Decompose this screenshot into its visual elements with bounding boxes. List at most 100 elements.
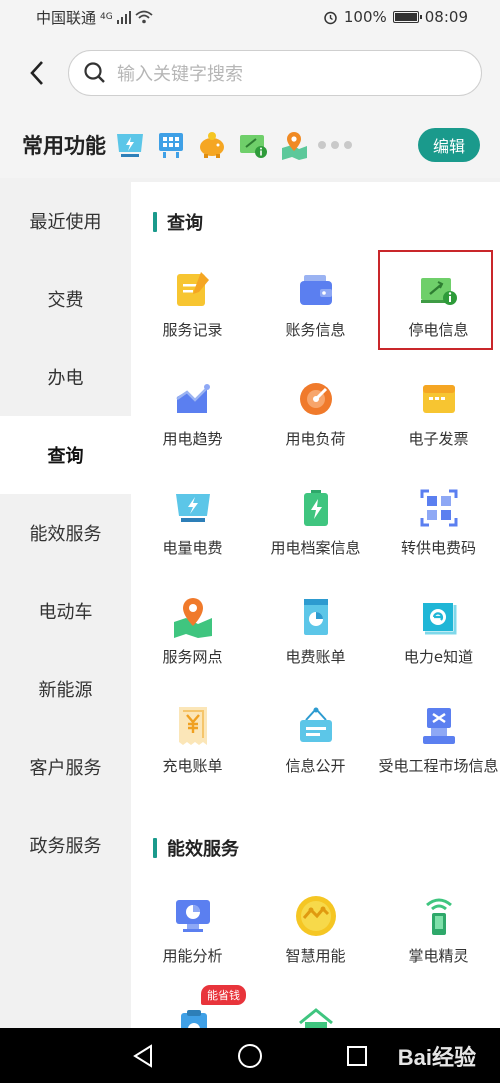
piggy-bank-icon[interactable] [196, 129, 228, 161]
electricity-fee-icon [171, 486, 215, 530]
battery-percent: 100% [343, 8, 387, 26]
sidebar-item-apply[interactable]: 办电 [0, 338, 131, 416]
grid-item-label: 用电负荷 [285, 430, 346, 448]
grid-item-usage-file[interactable]: 用电档案信息 [254, 468, 377, 577]
grid-item-charging-bill[interactable]: 充电账单 [131, 686, 254, 795]
sidebar-item-ev[interactable]: 电动车 [0, 572, 131, 650]
section-accent-bar [153, 212, 157, 232]
signal-icon [116, 10, 131, 24]
battery-file-icon [294, 486, 338, 530]
building-icon[interactable] [155, 129, 187, 161]
search-input[interactable]: 输入关键字搜索 [68, 50, 482, 96]
engineering-icon [417, 704, 461, 748]
wifi-icon [135, 10, 153, 24]
sidebar: 最近使用 交费 办电 查询 能效服务 电动车 新能源 客户服务 政务服务 [0, 182, 131, 1028]
efficiency-grid: 用能分析 智慧用能 掌电精灵 能省钱 [131, 876, 500, 1028]
back-button[interactable] [18, 54, 56, 92]
map-pin-icon [171, 595, 215, 639]
section-title-efficiency: 能效服务 [153, 835, 239, 861]
phone-signal-icon [417, 894, 461, 938]
grid-item-label: 电费账单 [285, 648, 346, 666]
grid-item-service-outlet[interactable]: 服务网点 [131, 577, 254, 686]
service-outlet-icon[interactable] [278, 129, 310, 161]
network-type: 4G [100, 12, 113, 22]
qr-code-icon [417, 486, 461, 530]
grid-item-power-e-know[interactable]: 电力e知道 [377, 577, 500, 686]
grid-item-info-disclosure[interactable]: 信息公开 [254, 686, 377, 795]
content-panel: 查询 服务记录 账务信息 停电信息 用电趋势 用电负荷 电子发票 电量电费 用电… [131, 182, 500, 1028]
sidebar-item-new-energy[interactable]: 新能源 [0, 650, 131, 728]
wallet-icon [294, 268, 338, 312]
grid-item-electricity-bill[interactable]: 电费账单 [254, 577, 377, 686]
common-functions-bar: 常用功能 编辑 [0, 112, 500, 178]
triangle-back-icon [133, 1043, 153, 1068]
outage-info-icon[interactable] [237, 129, 269, 161]
load-gauge-icon [294, 377, 338, 421]
grid-item-label: 服务记录 [162, 321, 223, 339]
grid-item-engineering-market[interactable]: 受电工程市场信息 [377, 686, 500, 795]
bill-icon [294, 595, 338, 639]
grid-item-energy-analysis[interactable]: 用能分析 [131, 876, 254, 985]
grid-item-e-invoice[interactable]: 电子发票 [377, 359, 500, 468]
header: 输入关键字搜索 [0, 34, 500, 112]
alarm-icon [324, 11, 337, 24]
nav-back-button[interactable] [128, 1041, 158, 1071]
grid-item-energy-saving[interactable]: 能省钱 [131, 985, 254, 1028]
grid-item-label: 受电工程市场信息 [378, 757, 499, 775]
grid-item-label: 信息公开 [285, 757, 346, 775]
yuan-receipt-icon [171, 704, 215, 748]
sidebar-item-recent[interactable]: 最近使用 [0, 182, 131, 260]
grid-item-label: 电力e知道 [403, 648, 474, 666]
grid-item-power-assistant[interactable]: 掌电精灵 [377, 876, 500, 985]
sidebar-item-query[interactable]: 查询 [0, 416, 131, 494]
section-title-text: 查询 [167, 213, 203, 234]
monitor-chart-icon [171, 894, 215, 938]
grid-item-transfer-fee-code[interactable]: 转供电费码 [377, 468, 500, 577]
grid-item-label: 账务信息 [285, 321, 346, 339]
section-title-text: 能效服务 [167, 839, 239, 860]
sidebar-item-efficiency[interactable]: 能效服务 [0, 494, 131, 572]
grid-item-label: 电量电费 [162, 539, 223, 557]
usage-trend-icon [171, 377, 215, 421]
clock: 08:09 [424, 8, 468, 26]
sidebar-item-payment[interactable]: 交费 [0, 260, 131, 338]
grid-item-load[interactable]: 用电负荷 [254, 359, 377, 468]
house-icon [294, 1003, 338, 1028]
watermark-logo: Bai经验 [397, 1045, 476, 1070]
carrier-label: 中国联通 [36, 8, 97, 27]
grid-item-label: 用电趋势 [162, 430, 223, 448]
notice-board-icon [294, 704, 338, 748]
grid-item-label: 用能分析 [162, 947, 223, 965]
sidebar-item-customer-service[interactable]: 客户服务 [0, 728, 131, 806]
square-recents-icon [346, 1045, 367, 1066]
section-accent-bar [153, 838, 157, 858]
circle-home-icon [237, 1043, 262, 1068]
grid-item-service-record[interactable]: 服务记录 [131, 250, 254, 359]
grid-item-electricity-fee[interactable]: 电量电费 [131, 468, 254, 577]
common-functions-title: 常用功能 [22, 134, 106, 158]
search-icon [84, 62, 105, 83]
grid-item-smart-energy[interactable]: 智慧用能 [254, 876, 377, 985]
chevron-left-icon [30, 61, 43, 85]
grid-item-usage-trend[interactable]: 用电趋势 [131, 359, 254, 468]
sidebar-item-government[interactable]: 政务服务 [0, 806, 131, 884]
smart-energy-icon [294, 894, 338, 938]
grid-item-account-info[interactable]: 账务信息 [254, 250, 377, 359]
search-placeholder: 输入关键字搜索 [117, 64, 243, 85]
nav-home-button[interactable] [235, 1041, 265, 1071]
grid-item-home-energy[interactable] [254, 985, 377, 1028]
electricity-bill-icon[interactable] [114, 129, 146, 161]
grid-item-label: 充电账单 [162, 757, 223, 775]
grid-item-label: 服务网点 [162, 648, 223, 666]
grid-item-label: 智慧用能 [285, 947, 346, 965]
highlight-outline [378, 250, 493, 350]
nav-recents-button[interactable] [342, 1041, 372, 1071]
grid-item-label: 转供电费码 [400, 539, 476, 557]
more-dots-icon [318, 141, 352, 149]
grid-item-label: 电子发票 [408, 430, 469, 448]
status-bar: 中国联通 4G 100% 08:09 [0, 0, 500, 34]
edit-button[interactable]: 编辑 [418, 128, 480, 162]
section-title-query: 查询 [153, 209, 203, 235]
book-icon [417, 595, 461, 639]
service-record-icon [171, 268, 215, 312]
